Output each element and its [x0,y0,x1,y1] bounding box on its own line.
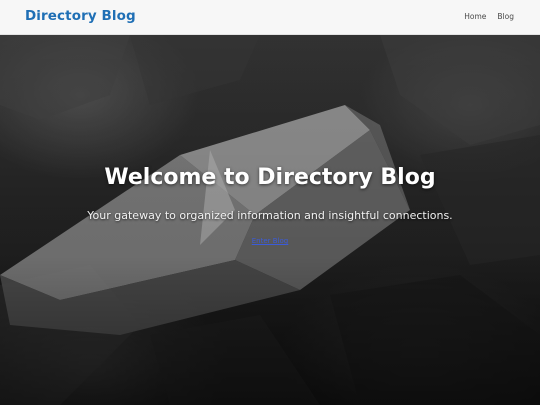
top-navbar: Directory Blog Home Blog [0,0,540,35]
hero-content: Welcome to Directory Blog Your gateway t… [0,165,540,248]
enter-blog-link[interactable]: Enter Blog [252,237,289,245]
nav-link-home[interactable]: Home [464,12,486,21]
nav-link-blog[interactable]: Blog [497,12,514,21]
hero-subtitle: Your gateway to organized information an… [87,209,453,222]
nav-links: Home Blog [464,12,514,21]
hero-title: Welcome to Directory Blog [104,165,436,190]
hero-section: Welcome to Directory Blog Your gateway t… [0,35,540,405]
brand-logo-link[interactable]: Directory Blog [25,8,136,24]
